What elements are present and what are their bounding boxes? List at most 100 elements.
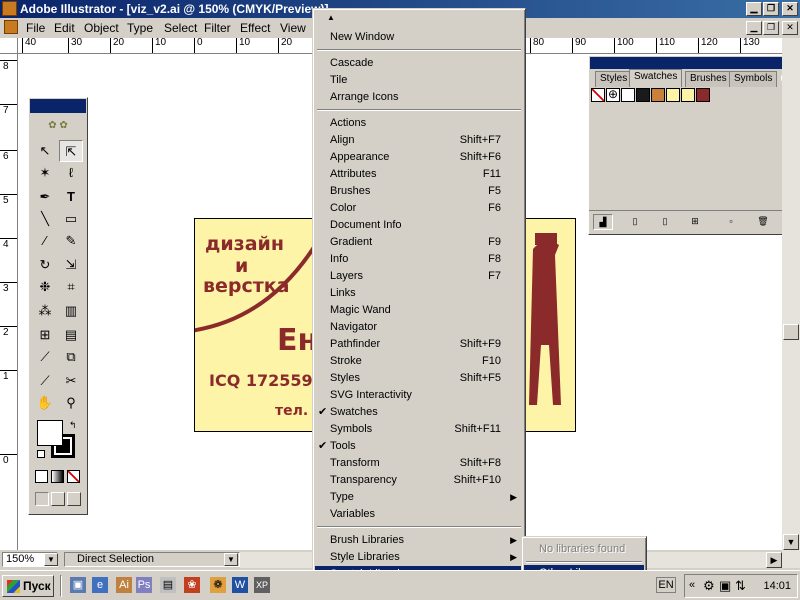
menu-item-layers[interactable]: Layers F7 [315, 268, 523, 285]
symbol-sprayer-tool-icon[interactable]: ⁂ [33, 300, 57, 322]
swatch-registration[interactable]: ⊕ [606, 88, 620, 102]
tools-palette-header[interactable] [30, 99, 86, 113]
menu-item-color[interactable]: Color F6 [315, 200, 523, 217]
show-color-swatches-icon[interactable]: ▯ [625, 214, 645, 230]
menu-item-pathfinder[interactable]: Pathfinder Shift+F9 [315, 336, 523, 353]
menu-item-align[interactable]: Align Shift+F7 [315, 132, 523, 149]
tab-styles[interactable]: Styles [595, 71, 633, 87]
none-mode-icon[interactable] [67, 470, 80, 483]
language-indicator[interactable]: EN [656, 577, 676, 593]
volume-icon[interactable]: ⇅ [735, 578, 746, 594]
color-mode-icon[interactable] [35, 470, 48, 483]
full-screen-menu-mode-icon[interactable] [51, 492, 65, 506]
menu-item-tools[interactable]: Tools ✔ [315, 438, 523, 455]
tab-swatches[interactable]: Swatches [629, 69, 683, 87]
gradient-tool-icon[interactable]: ▤ [59, 324, 83, 346]
menu-item-arrange-icons[interactable]: Arrange Icons [315, 89, 523, 106]
menu-item-swatches[interactable]: Swatches ✔ [315, 404, 523, 421]
app-icon[interactable]: ❁ [210, 577, 226, 593]
menu-item-tile[interactable]: Tile [315, 72, 523, 89]
paintbrush-tool-icon[interactable]: ∕ [33, 230, 57, 252]
menu-scroll-up-icon[interactable]: ▲ [327, 13, 335, 22]
menu-item-symbols[interactable]: Symbols Shift+F11 [315, 421, 523, 438]
lasso-tool-icon[interactable]: ℓ [59, 162, 83, 184]
menu-item-gradient[interactable]: Gradient F9 [315, 234, 523, 251]
menu-item-magic-wand[interactable]: Magic Wand [315, 302, 523, 319]
menu-item-brush-libraries[interactable]: Brush Libraries ▶ [315, 532, 523, 549]
menu-file[interactable]: File [26, 21, 45, 35]
swatch-color[interactable] [651, 88, 665, 102]
menu-item-actions[interactable]: Actions [315, 115, 523, 132]
swatch-none[interactable] [591, 88, 605, 102]
vertical-scrollbar[interactable]: ▼ [782, 38, 800, 568]
menu-edit[interactable]: Edit [54, 21, 75, 35]
magic-wand-tool-icon[interactable]: ✶ [33, 162, 57, 184]
scroll-down-icon[interactable]: ▼ [783, 534, 799, 550]
doc-restore-button[interactable]: ❐ [763, 21, 779, 35]
status-dropdown-icon[interactable]: ▼ [224, 553, 238, 566]
swatch-color[interactable] [666, 88, 680, 102]
menu-item-info[interactable]: Info F8 [315, 251, 523, 268]
scissors-tool-icon[interactable]: ✂ [59, 370, 83, 392]
doc-minimize-button[interactable]: ▁ [746, 21, 762, 35]
fill-color-box[interactable] [37, 420, 63, 446]
menu-select[interactable]: Select [164, 21, 197, 35]
menu-item-document-info[interactable]: Document Info [315, 217, 523, 234]
swatches-palette-header[interactable] [590, 57, 796, 69]
rotate-tool-icon[interactable]: ↻ [33, 254, 57, 276]
network-icon[interactable]: ⚙ [703, 578, 715, 594]
doc-close-button[interactable]: ✕ [782, 21, 798, 35]
warp-tool-icon[interactable]: ❉ [33, 276, 57, 298]
graph-tool-icon[interactable]: ▥ [59, 300, 83, 322]
ie-icon[interactable]: e [92, 577, 108, 593]
maximize-button[interactable]: ❐ [763, 2, 779, 16]
menu-item-navigator[interactable]: Navigator [315, 319, 523, 336]
menu-view[interactable]: View [280, 21, 306, 35]
menu-filter[interactable]: Filter [204, 21, 231, 35]
swatch-color[interactable] [621, 88, 635, 102]
menu-item-links[interactable]: Links [315, 285, 523, 302]
vertical-ruler[interactable]: 8 7 6 5 4 3 2 1 0 [0, 54, 18, 550]
menu-object[interactable]: Object [84, 21, 119, 35]
menu-item-transform[interactable]: Transform Shift+F8 [315, 455, 523, 472]
menu-item-style-libraries[interactable]: Style Libraries ▶ [315, 549, 523, 566]
status-field[interactable]: Direct Selection [64, 552, 240, 567]
direct-selection-tool-icon[interactable]: ⇱ [59, 140, 83, 162]
menu-item-transparency[interactable]: Transparency Shift+F10 [315, 472, 523, 489]
menu-type[interactable]: Type [127, 21, 153, 35]
free-transform-tool-icon[interactable]: ⌗ [59, 276, 83, 298]
illustrator-icon[interactable]: Ai [116, 577, 132, 593]
standard-screen-mode-icon[interactable] [35, 492, 49, 506]
zoom-tool-icon[interactable]: ⚲ [59, 392, 83, 414]
illustrator-app-icon[interactable] [2, 1, 17, 16]
type-tool-icon[interactable]: T [59, 186, 83, 208]
menu-item-styles[interactable]: Styles Shift+F5 [315, 370, 523, 387]
eyedropper-tool-icon[interactable]: ⟋ [33, 346, 57, 368]
show-gradient-swatches-icon[interactable]: ▯ [655, 214, 675, 230]
menu-item-appearance[interactable]: Appearance Shift+F6 [315, 149, 523, 166]
pencil-tool-icon[interactable]: ✎ [59, 230, 83, 252]
swatch-color[interactable] [681, 88, 695, 102]
selection-tool-icon[interactable]: ↖ [33, 140, 57, 162]
show-all-swatches-icon[interactable]: ▟ [593, 214, 613, 230]
new-swatch-icon[interactable]: ▫ [721, 214, 741, 230]
tray-expand-icon[interactable]: « [689, 579, 695, 591]
photoshop-icon[interactable]: Ps [136, 577, 152, 593]
menu-effect[interactable]: Effect [240, 21, 270, 35]
app-icon[interactable]: ▤ [160, 577, 176, 593]
swatch-color[interactable] [636, 88, 650, 102]
delete-swatch-icon[interactable]: 🗑 [753, 214, 773, 230]
hand-tool-icon[interactable]: ✋ [33, 392, 57, 414]
vertical-scroll-thumb[interactable] [783, 324, 799, 340]
tab-symbols[interactable]: Symbols [729, 71, 778, 87]
menu-item-variables[interactable]: Variables [315, 506, 523, 523]
minimize-button[interactable]: ▁ [746, 2, 762, 16]
menu-item-attributes[interactable]: Attributes F11 [315, 166, 523, 183]
slice-tool-icon[interactable]: ⟋ [33, 370, 57, 392]
menu-item-svg-interactivity[interactable]: SVG Interactivity [315, 387, 523, 404]
menu-item-stroke[interactable]: Stroke F10 [315, 353, 523, 370]
line-tool-icon[interactable]: ╲ [33, 208, 57, 230]
ruler-origin[interactable] [0, 38, 18, 54]
blend-tool-icon[interactable]: ⧉ [59, 346, 83, 368]
pen-tool-icon[interactable]: ✒ [33, 186, 57, 208]
